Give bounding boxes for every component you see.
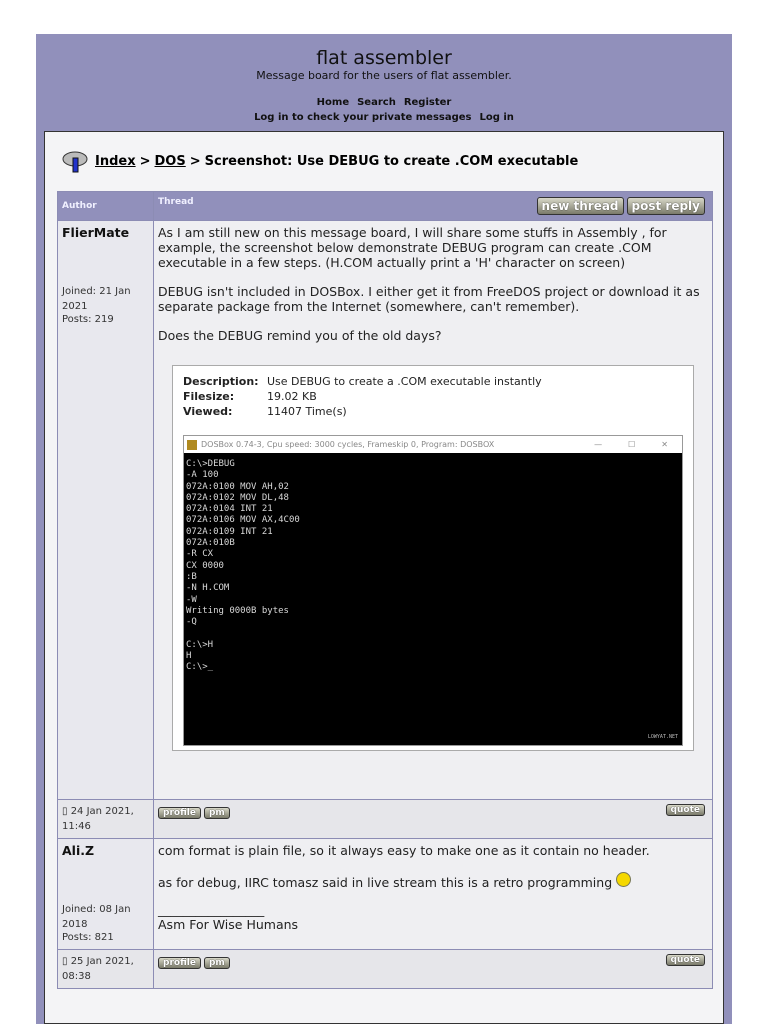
post-paragraph: As I am still new on this message board,… [158, 225, 667, 270]
dosbox-window-title: DOSBox 0.74-3, Cpu speed: 3000 cycles, F… [201, 440, 495, 449]
breadcrumb-separator: > [139, 153, 151, 169]
author-posts: Posts: 219 [62, 314, 114, 325]
author-name[interactable]: Ali.Z [62, 843, 149, 858]
breadcrumb-separator: > [189, 153, 201, 169]
post-date: ▯ 25 Jan 2021, 08:38 [57, 949, 154, 989]
post-author: FlierMate Joined: 21 Jan 2021 Posts: 219 [57, 220, 154, 800]
breadcrumb: Index > DOS > Screenshot: Use DEBUG to c… [61, 148, 578, 174]
post-paragraph: Does the DEBUG remind you of the old day… [158, 328, 442, 343]
author-joined: Joined: 08 Jan 2018 [62, 904, 131, 930]
post: FlierMate Joined: 21 Jan 2021 Posts: 219… [57, 220, 713, 800]
post-footer: ▯ 24 Jan 2021, 11:46 profile pm quote [57, 799, 713, 839]
dosbox-console: C:\>DEBUG -A 100 072A:0100 MOV AH,02 072… [186, 459, 300, 673]
post-footer: ▯ 25 Jan 2021, 08:38 profile pm quote [57, 949, 713, 989]
site-subtitle: Message board for the users of flat asse… [256, 69, 512, 82]
site-title[interactable]: flat assembler [36, 34, 732, 69]
post: Ali.Z Joined: 08 Jan 2018 Posts: 821 com… [57, 838, 713, 950]
description-value: Use DEBUG to create a .COM executable in… [267, 375, 542, 388]
description-label: Description: [183, 375, 259, 388]
breadcrumb-index[interactable]: Index [95, 154, 136, 169]
post-paragraph: DEBUG isn't included in DOSBox. I either… [158, 284, 700, 314]
nav-home[interactable]: Home [317, 97, 349, 108]
filesize-value: 19.02 KB [267, 390, 317, 403]
watermark: LOWYAT.NET [647, 733, 678, 740]
signature: Asm For Wise Humans [158, 917, 299, 932]
minimize-icon: — [594, 440, 603, 449]
profile-button[interactable]: profile [158, 807, 201, 819]
profile-button[interactable]: profile [158, 957, 201, 969]
topic-title: Screenshot: Use DEBUG to create .COM exe… [204, 153, 579, 169]
post-reply-button[interactable]: post reply [626, 197, 705, 215]
post-actions: profile pm quote [153, 949, 713, 989]
quote-button[interactable]: quote [665, 954, 705, 966]
filesize-label: Filesize: [183, 390, 235, 403]
thread-header: Thread new thread post reply [153, 191, 713, 221]
nav-search[interactable]: Search [357, 97, 396, 108]
post-date-text: 24 Jan 2021, 11:46 [62, 806, 134, 832]
post-paragraph: com format is plain file, so it always e… [158, 843, 650, 858]
nav-register[interactable]: Register [404, 97, 452, 108]
nav-private-messages[interactable]: Log in to check your private messages [254, 112, 471, 123]
dosbox-icon [187, 439, 197, 450]
quote-button[interactable]: quote [665, 804, 705, 816]
page-frame: flat assembler Message board for the use… [36, 34, 732, 1024]
breadcrumb-dos[interactable]: DOS [155, 154, 186, 169]
nav-login[interactable]: Log in [480, 112, 514, 123]
author-name[interactable]: FlierMate [62, 225, 149, 240]
viewed-value: 11407 Time(s) [267, 405, 347, 418]
author-posts: Posts: 821 [62, 932, 114, 943]
close-icon: ✕ [661, 440, 668, 449]
post-body: As I am still new on this message board,… [153, 220, 713, 800]
site-header: flat assembler Message board for the use… [36, 34, 732, 125]
author-header: Author [57, 191, 154, 221]
post-author: Ali.Z Joined: 08 Jan 2018 Posts: 821 [57, 838, 154, 950]
pm-button[interactable]: pm [203, 957, 230, 969]
maximize-icon: ☐ [628, 440, 636, 449]
viewed-label: Viewed: [183, 405, 233, 418]
thread-table: Author Thread new thread post reply Flier… [57, 191, 713, 989]
thread-header-label: Thread [158, 197, 194, 207]
post-actions: profile pm quote [153, 799, 713, 839]
smiley-icon [616, 872, 632, 887]
attachment: Description: Use DEBUG to create a .COM e… [172, 365, 694, 751]
post-date-text: 25 Jan 2021, 08:38 [62, 956, 134, 982]
author-joined: Joined: 21 Jan 2021 [62, 286, 131, 312]
post-date: ▯ 24 Jan 2021, 11:46 [57, 799, 154, 839]
forum-logo-icon [62, 151, 88, 173]
new-thread-button[interactable]: new thread [536, 197, 624, 215]
signature-rule: _________________ [158, 902, 265, 917]
pm-button[interactable]: pm [203, 807, 230, 819]
post-paragraph: as for debug, IIRC tomasz said in live s… [158, 875, 613, 890]
attachment-image[interactable]: DOSBox 0.74-3, Cpu speed: 3000 cycles, F… [183, 435, 683, 746]
content-panel: Index > DOS > Screenshot: Use DEBUG to c… [44, 131, 724, 1024]
post-body: com format is plain file, so it always e… [153, 838, 713, 950]
